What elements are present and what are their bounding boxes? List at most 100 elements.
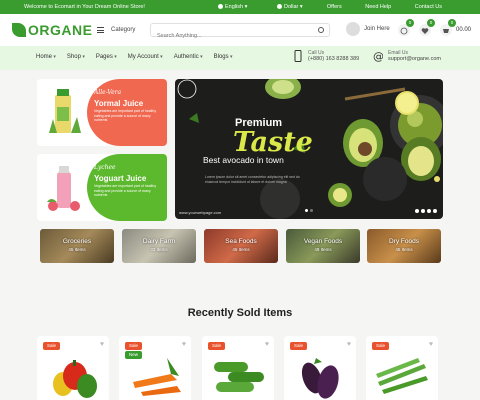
carrot-image: [133, 358, 181, 396]
product-card[interactable]: Sale ♥: [202, 336, 274, 400]
wishlist-heart-icon[interactable]: ♥: [347, 341, 351, 348]
bell-pepper-image: [53, 360, 97, 398]
category-button[interactable]: Category: [92, 23, 147, 37]
compare-badge: 0: [406, 19, 414, 27]
wishlist-heart-icon[interactable]: ♥: [429, 341, 433, 348]
logo[interactable]: ORGANE: [12, 20, 92, 40]
call-contact[interactable]: Call Us (+880) 163 8288 389: [293, 50, 359, 62]
compare-button[interactable]: 0: [398, 19, 414, 36]
promo-title: Yoguart Juice: [94, 174, 147, 183]
pinterest-icon[interactable]: [433, 209, 437, 213]
category-groceries[interactable]: Groceries 45 Items: [40, 229, 114, 263]
sale-badge: Sale: [125, 342, 143, 350]
product-card[interactable]: Sale New ♥: [119, 336, 191, 400]
phone-number: (+880) 163 8288 389: [308, 56, 360, 62]
phone-icon: [294, 50, 302, 62]
nav-pages[interactable]: Pages: [96, 54, 117, 60]
offers-link[interactable]: Offers: [327, 4, 342, 10]
contact-us-link[interactable]: Contact Us: [415, 4, 442, 10]
banner-taste: Taste: [233, 127, 313, 158]
nav-authentic[interactable]: Authentic: [174, 54, 203, 60]
need-help-link[interactable]: Need Help: [365, 4, 391, 10]
svg-text:@: @: [373, 50, 383, 62]
promo-card-yormal-juice[interactable]: Alle-Vera Yormal Juice Vegetables are im…: [37, 79, 167, 146]
category-count: 33 Items: [150, 247, 168, 252]
category-name: Groceries: [62, 238, 92, 245]
section-title: Recently Sold Items: [187, 307, 293, 319]
cart-total: 00.00: [456, 27, 472, 33]
sale-badge: Sale: [43, 342, 61, 350]
yogurt-bottle-image: [47, 166, 80, 211]
wishlist-heart-icon[interactable]: ♥: [100, 341, 104, 348]
category-name: Sea Foods: [225, 238, 257, 245]
at-icon: @: [373, 50, 383, 62]
category-count: 45 Items: [68, 247, 86, 252]
currency-selector[interactable]: Dollar ▾: [277, 4, 303, 10]
social-icons: [413, 209, 437, 213]
avatar: [346, 22, 360, 36]
welcome-text: Welcome to Ecomart in Your Dream Online …: [24, 4, 145, 10]
email-address: support@organe.com: [388, 56, 441, 62]
category-count: 45 Items: [232, 247, 250, 252]
category-vegan-foods[interactable]: Vegan Foods 48 Items: [286, 229, 360, 263]
juice-bottle-image: [49, 89, 81, 133]
nav-shop[interactable]: Shop: [67, 54, 85, 60]
account-label: Join Here: [364, 26, 390, 32]
category-dairy-farm[interactable]: Dairy Farm 33 Items: [122, 229, 196, 263]
instagram-icon[interactable]: [427, 209, 431, 213]
currency-label: Dollar: [284, 3, 299, 10]
nav-home[interactable]: Home: [36, 54, 56, 60]
product-card[interactable]: Sale ♥: [366, 336, 438, 400]
search-box: [150, 23, 330, 42]
twitter-icon[interactable]: [421, 209, 425, 213]
product-card[interactable]: Sale ♥: [37, 336, 109, 400]
cart-badge: 0: [448, 19, 456, 27]
category-count: 48 Items: [314, 247, 332, 252]
product-card[interactable]: Sale ♥: [284, 336, 356, 400]
currency-icon: [277, 3, 282, 9]
logo-text: ORGANE: [28, 22, 93, 38]
account-button[interactable]: Join Here: [346, 22, 390, 36]
search-icon[interactable]: [318, 27, 324, 33]
banner-best-text: Best avocado in town: [203, 155, 284, 165]
sale-badge: Sale: [372, 342, 390, 350]
category-dry-foods[interactable]: Dry Foods 45 Items: [367, 229, 441, 263]
language-selector[interactable]: English ▾: [218, 4, 247, 10]
nav-my-account[interactable]: My Account: [128, 54, 163, 60]
category-label: Category: [111, 27, 136, 33]
carousel-dot[interactable]: [310, 209, 313, 212]
carousel-dots: [305, 209, 315, 212]
facebook-icon[interactable]: [415, 209, 419, 213]
sale-badge: Sale: [208, 342, 226, 350]
globe-icon: [218, 3, 223, 9]
main-nav: Home Shop Pages My Account Authentic Blo…: [0, 46, 480, 70]
header: ORGANE Category Join Here 0 0 0 00.00: [0, 14, 480, 46]
okra-image: [376, 358, 428, 394]
category-count: 45 Items: [395, 247, 413, 252]
category-name: Dry Foods: [389, 238, 419, 245]
search-input[interactable]: [151, 30, 301, 42]
promo-subtitle: Lychee: [94, 164, 116, 171]
category-sea-foods[interactable]: Sea Foods 45 Items: [204, 229, 278, 263]
eggplant-image: [301, 358, 339, 399]
category-name: Vegan Foods: [303, 238, 343, 245]
cart-button[interactable]: 0: [440, 19, 456, 36]
promo-subtitle: Alle-Vera: [94, 89, 122, 96]
cucumber-image: [214, 362, 264, 392]
nav-blogs[interactable]: Blogs: [214, 54, 233, 60]
banner-description: Lorem ipsum dolor sit amet consectetur a…: [205, 175, 300, 184]
carousel-dot[interactable]: [305, 209, 308, 212]
language-label: English: [225, 3, 244, 10]
promo-card-yoguart-juice[interactable]: Lychee Yoguart Juice Vegetables are impo…: [37, 154, 167, 221]
wishlist-button[interactable]: 0: [419, 19, 435, 36]
promo-text: Vegetables are important part of healthy…: [94, 109, 157, 122]
wishlist-heart-icon[interactable]: ♥: [265, 341, 269, 348]
promo-text: Vegetables are important part of healthy…: [94, 184, 157, 197]
leaf-logo-icon: [12, 23, 26, 37]
hero-banner[interactable]: Premium Taste Best avocado in town Lorem…: [175, 79, 443, 219]
top-bar: Welcome to Ecomart in Your Dream Online …: [0, 0, 480, 14]
email-contact[interactable]: @ Email Us support@organe.com: [373, 50, 441, 62]
wishlist-heart-icon[interactable]: ♥: [182, 341, 186, 348]
banner-url: www.yourwebpage.com: [179, 210, 222, 215]
promo-title: Yormal Juice: [94, 99, 144, 108]
